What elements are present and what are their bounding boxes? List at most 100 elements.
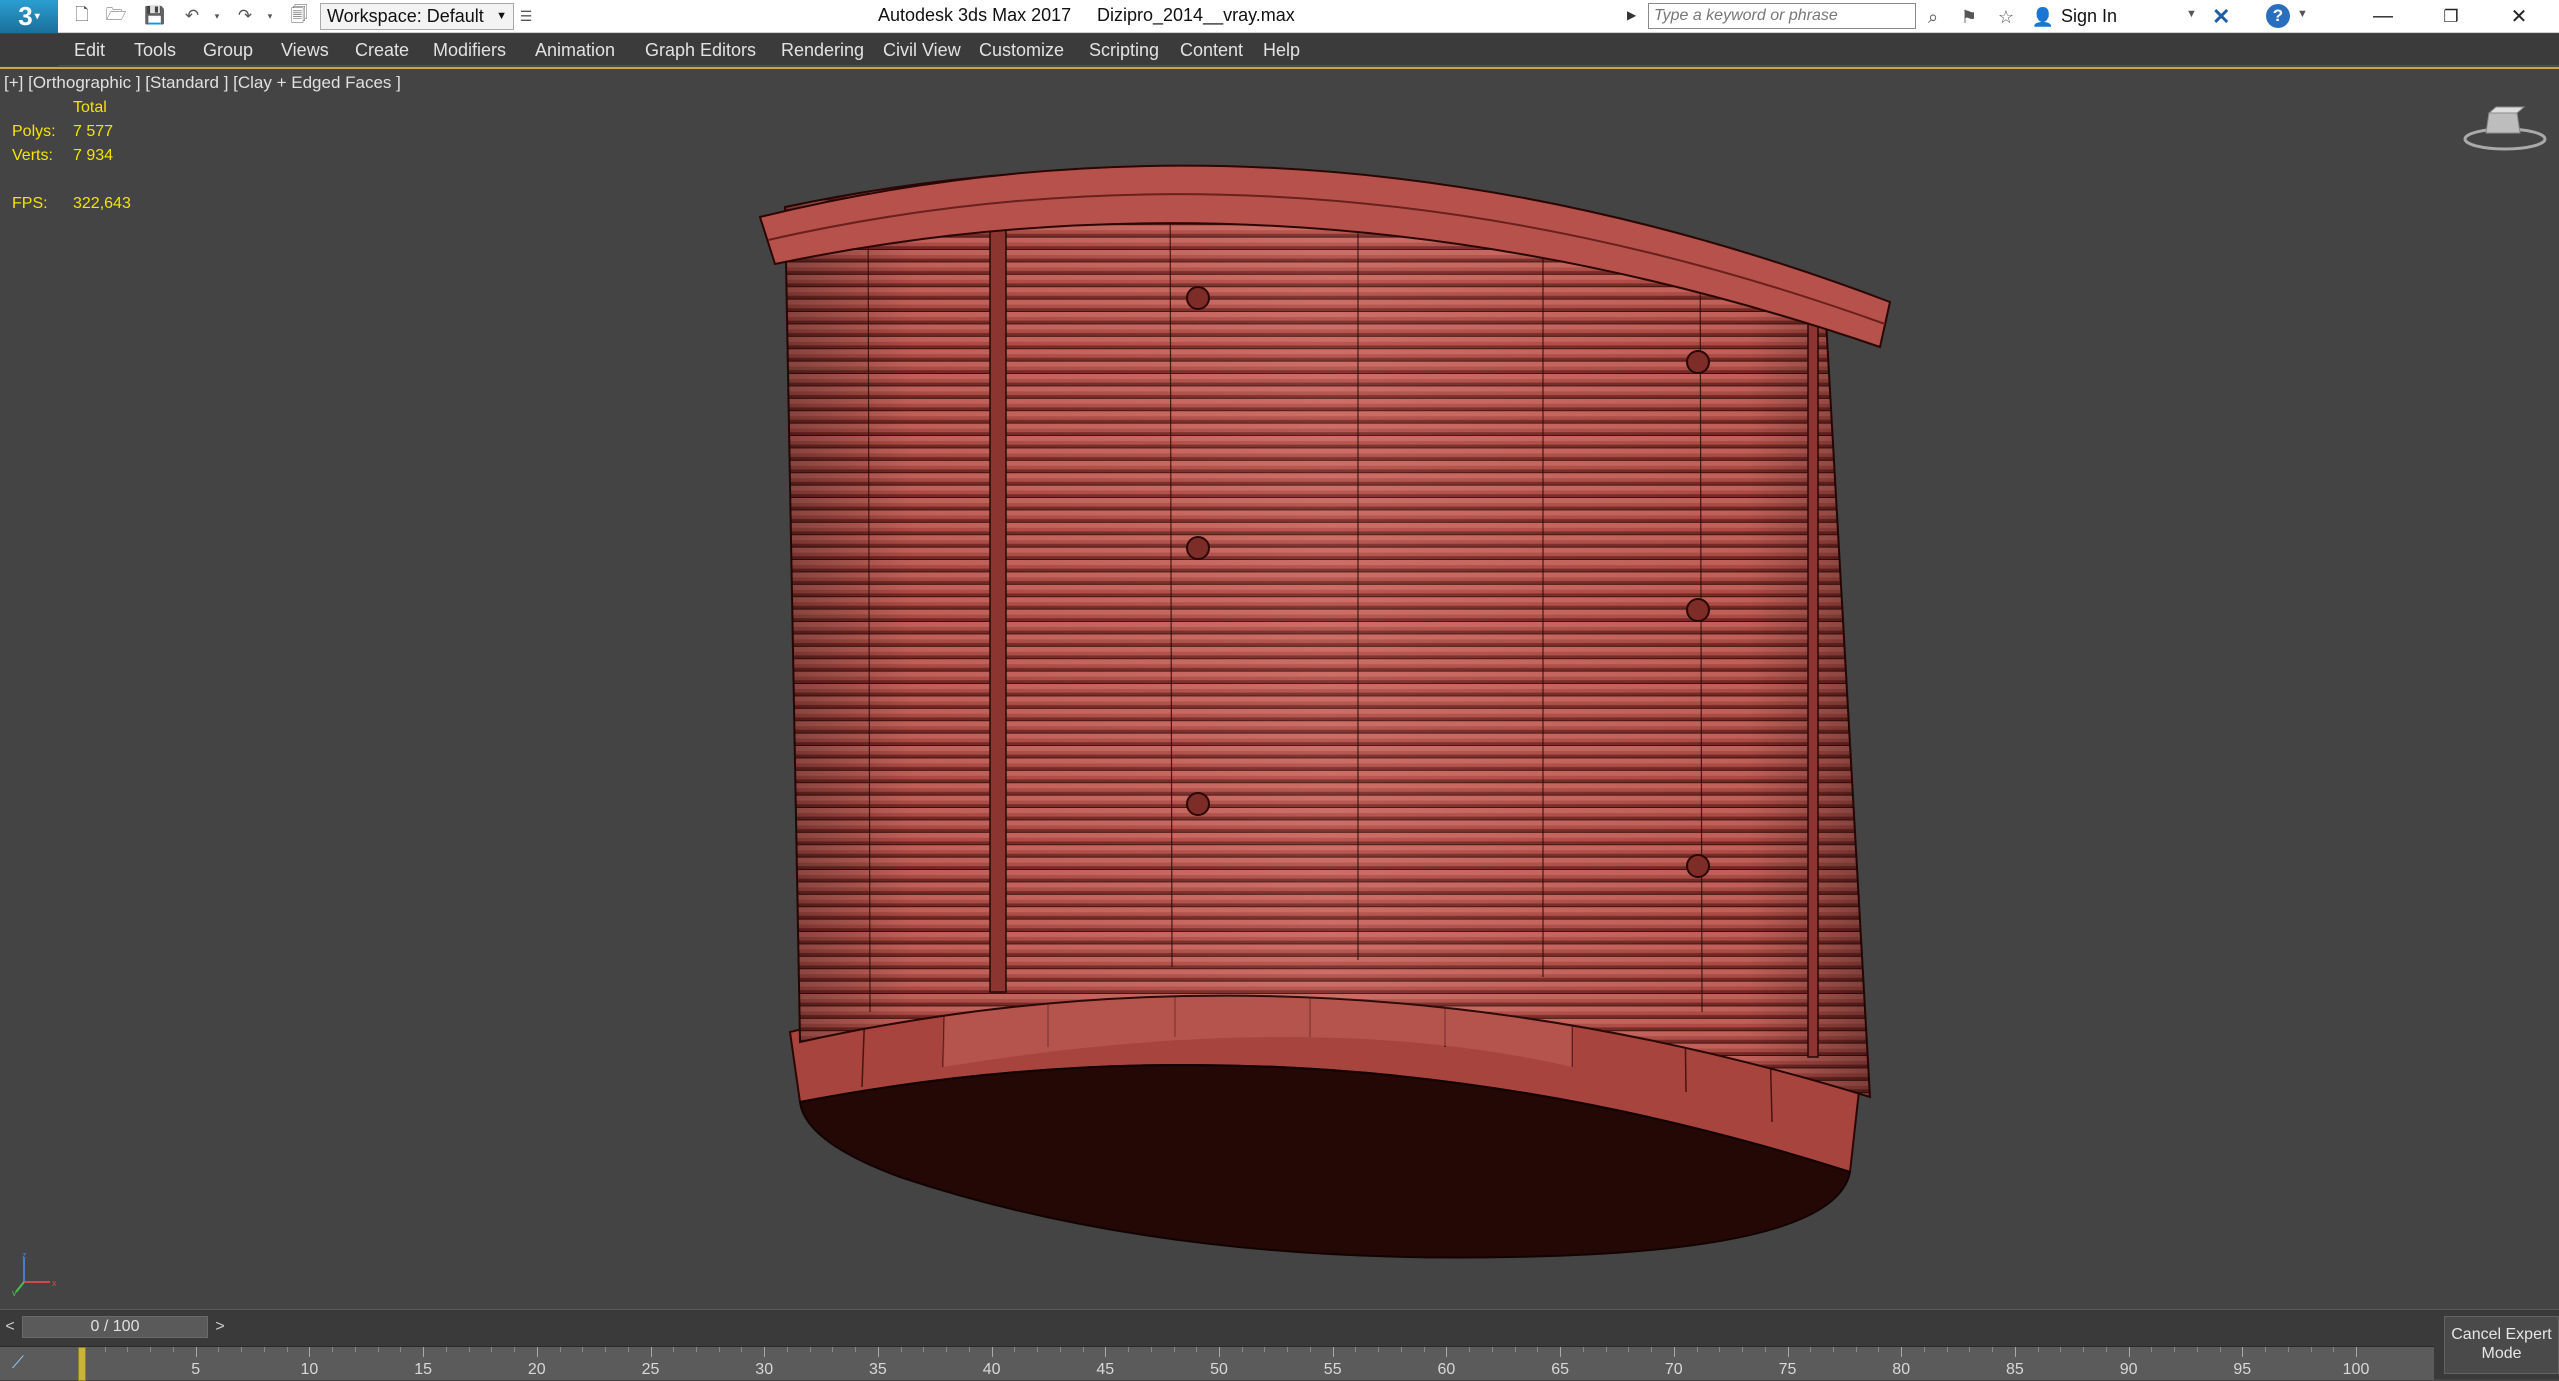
tick-label: 50	[1210, 1361, 1228, 1378]
tick-minor	[582, 1347, 584, 1352]
svg-text:z: z	[22, 1252, 27, 1260]
tick-label: 75	[1778, 1361, 1797, 1378]
tick-minor	[1059, 1347, 1061, 1352]
open-file-icon[interactable]: 🗁	[104, 5, 128, 27]
tick-minor	[1355, 1347, 1357, 1352]
tick-major	[195, 1347, 197, 1357]
viewcube[interactable]	[2462, 99, 2548, 159]
menu-animation[interactable]: Animation	[535, 40, 615, 61]
tank-model[interactable]	[0, 69, 2559, 1310]
workspace-select[interactable]: Workspace: Default ▼	[320, 3, 514, 30]
chevron-down-icon: ▾	[34, 11, 40, 22]
timeline-track[interactable]: ⟋ 05101520253035404550556065707580859095…	[0, 1346, 2434, 1381]
menu-modifiers[interactable]: Modifiers	[433, 40, 506, 61]
mini-curve-editor-icon[interactable]: ⟋	[12, 1353, 24, 1373]
menu-help[interactable]: Help	[1263, 40, 1300, 61]
next-frame-button[interactable]: >	[210, 1316, 230, 1338]
binoculars-search-icon[interactable]: ⌕	[1920, 4, 1946, 30]
tick-minor	[1923, 1347, 1925, 1352]
autodesk-exchange-icon[interactable]: ✕	[2212, 4, 2230, 30]
tick-minor	[127, 1347, 129, 1352]
favorites-star-icon[interactable]: ☆	[1993, 4, 2019, 30]
sign-in-button[interactable]: Sign In	[2061, 6, 2117, 27]
redo-icon[interactable]: ↷	[233, 5, 257, 27]
tick-minor	[400, 1347, 402, 1352]
perspective-viewport[interactable]: [+] [Orthographic ] [Standard ] [Clay + …	[0, 67, 2559, 1308]
menu-customize[interactable]: Customize	[979, 40, 1064, 61]
tick-major	[2014, 1347, 2016, 1357]
tick-label: 80	[1892, 1361, 1911, 1378]
menu-tools[interactable]: Tools	[134, 40, 176, 61]
tick-minor	[1696, 1347, 1698, 1352]
tick-minor	[786, 1347, 788, 1352]
menu-scripting[interactable]: Scripting	[1089, 40, 1159, 61]
tick-minor	[1582, 1347, 1584, 1352]
new-file-icon[interactable]: 🗋	[70, 5, 94, 27]
help-icon[interactable]: ?	[2266, 4, 2290, 28]
chevron-down-icon[interactable]: ▼	[2186, 8, 2197, 20]
tick-minor	[695, 1347, 697, 1352]
close-button[interactable]: ✕	[2485, 0, 2553, 33]
tick-major	[2242, 1347, 2244, 1357]
tick-major	[1560, 1347, 1562, 1357]
menu-content[interactable]: Content	[1180, 40, 1243, 61]
tick-minor	[1651, 1347, 1653, 1352]
project-folder-icon[interactable]: 🗐	[287, 5, 311, 27]
menu-edit[interactable]: Edit	[74, 40, 105, 61]
undo-dropdown-icon[interactable]: ▾	[205, 5, 229, 27]
tick-minor	[1742, 1347, 1744, 1352]
tick-label: 45	[1096, 1361, 1115, 1378]
menu-bar-spacer	[0, 34, 58, 66]
tick-minor	[718, 1347, 720, 1352]
quick-access-customize-icon[interactable]: ☰	[517, 3, 535, 30]
tick-minor	[286, 1347, 288, 1352]
communication-center-icon[interactable]: ⚑	[1956, 4, 1982, 30]
chevron-down-icon: ▼	[496, 10, 507, 22]
time-slider[interactable]: 0 / 100	[22, 1316, 208, 1338]
tick-minor	[1491, 1347, 1493, 1352]
tick-label: 100	[2342, 1361, 2370, 1378]
tick-minor	[2310, 1347, 2312, 1352]
tick-label: 55	[1323, 1361, 1342, 1378]
menu-rendering[interactable]: Rendering	[781, 40, 864, 61]
undo-icon[interactable]: ↶	[180, 5, 204, 27]
chevron-down-icon[interactable]: ▼	[2297, 8, 2308, 20]
redo-dropdown-icon[interactable]: ▾	[258, 5, 282, 27]
app-logo-button[interactable]: 3 ▾	[0, 0, 58, 33]
search-input[interactable]: Type a keyword or phrase	[1648, 3, 1916, 29]
time-slider-bar: < 0 / 100 > ⟋ 05101520253035404550556065…	[0, 1309, 2559, 1381]
minimize-button[interactable]: —	[2349, 0, 2417, 33]
menu-graph-editors[interactable]: Graph Editors	[645, 40, 756, 61]
menu-create[interactable]: Create	[355, 40, 409, 61]
tick-minor	[1832, 1347, 1834, 1352]
tick-minor	[673, 1347, 675, 1352]
cancel-expert-mode-button[interactable]: Cancel Expert Mode	[2444, 1316, 2559, 1374]
tick-minor	[2037, 1347, 2039, 1352]
menu-group[interactable]: Group	[203, 40, 253, 61]
current-frame-marker[interactable]	[78, 1347, 86, 1381]
tick-minor	[1264, 1347, 1266, 1352]
menu-civil-view[interactable]: Civil View	[883, 40, 961, 61]
tick-minor	[2219, 1347, 2221, 1352]
tick-minor	[1037, 1347, 1039, 1352]
tick-minor	[263, 1347, 265, 1352]
tick-minor	[2265, 1347, 2267, 1352]
file-title: Dizipro_2014__vray.max	[1097, 5, 1295, 25]
tick-minor	[605, 1347, 607, 1352]
tick-minor	[1855, 1347, 1857, 1352]
tick-minor	[2174, 1347, 2176, 1352]
restore-button[interactable]: ❐	[2417, 0, 2485, 33]
app-logo-text: 3	[18, 1, 33, 31]
tick-minor	[1309, 1347, 1311, 1352]
search-expand-icon[interactable]: ▶	[1627, 8, 1636, 22]
tick-minor	[1173, 1347, 1175, 1352]
tick-minor	[1719, 1347, 1721, 1352]
save-file-icon[interactable]: 💾	[143, 5, 167, 27]
tick-minor	[1764, 1347, 1766, 1352]
tick-minor	[2151, 1347, 2153, 1352]
previous-frame-button[interactable]: <	[0, 1316, 20, 1338]
menu-views[interactable]: Views	[281, 40, 329, 61]
tick-minor	[1150, 1347, 1152, 1352]
tick-label: 30	[755, 1361, 774, 1378]
tick-label: 25	[641, 1361, 660, 1378]
